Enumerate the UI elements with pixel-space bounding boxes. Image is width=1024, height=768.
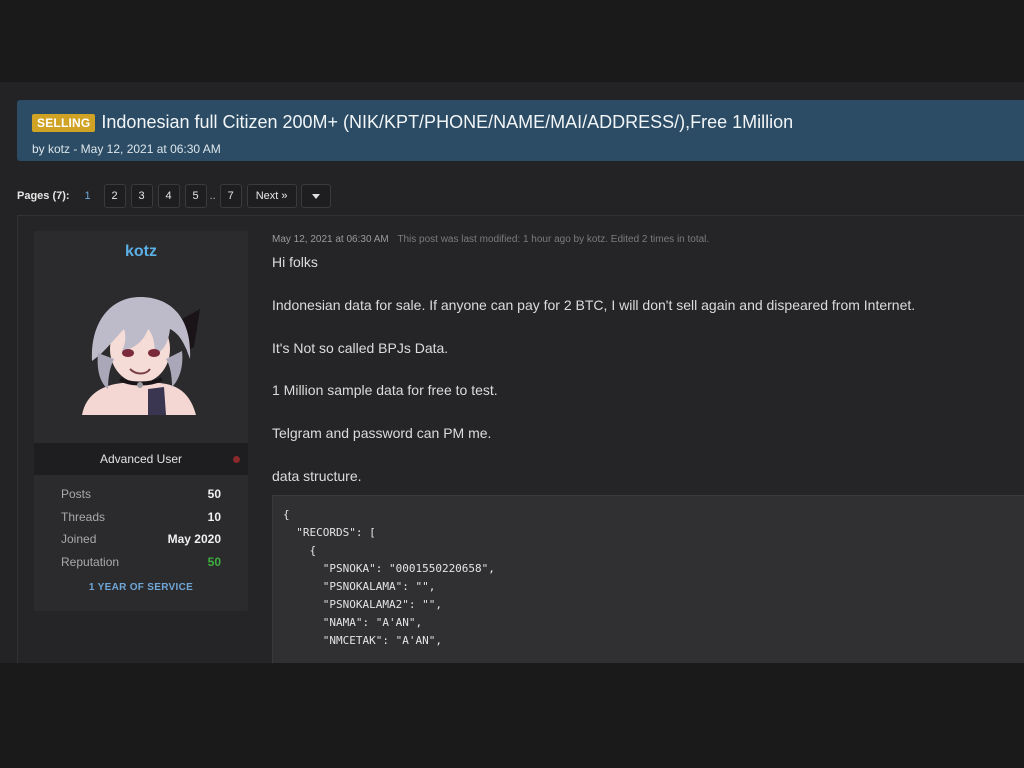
code-line: { (283, 508, 290, 521)
user-rank-bar: Advanced User (34, 443, 248, 475)
code-line: "PSNOKA": "0001550220658", (283, 562, 495, 575)
next-page-button[interactable]: Next » (246, 184, 297, 208)
page-jump-dropdown[interactable] (300, 184, 331, 208)
page-ellipsis: .. (209, 190, 216, 202)
selling-prefix-badge[interactable]: SELLING (32, 113, 96, 132)
code-line: "PSNOKALAMA": "", (283, 580, 436, 593)
stat-value[interactable]: 50 (208, 555, 221, 569)
page-last-button[interactable]: 7 (219, 184, 242, 208)
page-5-button[interactable]: 5 (184, 184, 207, 208)
caret-down-icon (311, 193, 320, 199)
code-line: "RECORDS": [ (283, 526, 376, 539)
bottom-band (0, 663, 1024, 768)
stat-label: Posts (61, 487, 92, 501)
user-rank: Advanced User (99, 452, 183, 466)
page-current: 1 (84, 190, 91, 202)
code-line: { (283, 544, 317, 557)
thread-header: SELLING Indonesian full Citizen 200M+ (N… (17, 100, 1024, 161)
thread-title-row: SELLING Indonesian full Citizen 200M+ (N… (32, 112, 793, 133)
page-2-button[interactable]: 2 (103, 184, 126, 208)
post-line: 1 Million sample data for free to test. (272, 382, 498, 398)
post-line: Hi folks (272, 254, 318, 270)
post-container: kotz Advanced User Posts 50 Threads 10 J… (17, 215, 1024, 663)
code-line: "NMCETAK": "A'AN", (283, 634, 442, 647)
user-card: kotz Advanced User Posts 50 Threads 10 J… (34, 231, 248, 611)
post-modified-note: This post was last modified: 1 hour ago … (397, 234, 710, 245)
stat-value[interactable]: 10 (208, 510, 221, 524)
post-line: Indonesian data for sale. If anyone can … (272, 297, 916, 313)
post-date[interactable]: May 12, 2021 at 06:30 AM (272, 234, 389, 245)
post-line: data structure. (272, 468, 362, 484)
service-badge: 1 YEAR OF SERVICE (88, 582, 194, 593)
username[interactable]: kotz (34, 243, 248, 261)
post-meta: May 12, 2021 at 06:30 AM This post was l… (272, 234, 709, 245)
post-line: It's Not so called BPJs Data. (272, 340, 449, 356)
stat-value[interactable]: 50 (208, 487, 221, 501)
offline-status-icon (233, 456, 240, 463)
stat-value: May 2020 (167, 532, 221, 546)
code-line: "NAMA": "A'AN", (283, 616, 423, 629)
code-block: { "RECORDS": [ { "PSNOKA": "000155022065… (272, 495, 1024, 663)
page-4-button[interactable]: 4 (157, 184, 180, 208)
post-line: Telgram and password can PM me. (272, 425, 492, 441)
pagination: Pages (7): 1 2 3 4 5 .. 7 Next » (17, 183, 331, 209)
page-area: SELLING Indonesian full Citizen 200M+ (N… (0, 82, 1024, 663)
avatar[interactable] (78, 289, 204, 415)
thread-byline: by kotz - May 12, 2021 at 06:30 AM (32, 142, 221, 156)
pages-label: Pages (7): (17, 190, 70, 202)
stat-label: Reputation (61, 555, 120, 569)
top-band (0, 0, 1024, 82)
page-3-button[interactable]: 3 (130, 184, 153, 208)
stat-label: Threads (61, 510, 106, 524)
code-line: "PSNOKALAMA2": "", (283, 598, 442, 611)
thread-title: Indonesian full Citizen 200M+ (NIK/KPT/P… (101, 112, 794, 132)
stat-label: Joined (61, 532, 97, 546)
